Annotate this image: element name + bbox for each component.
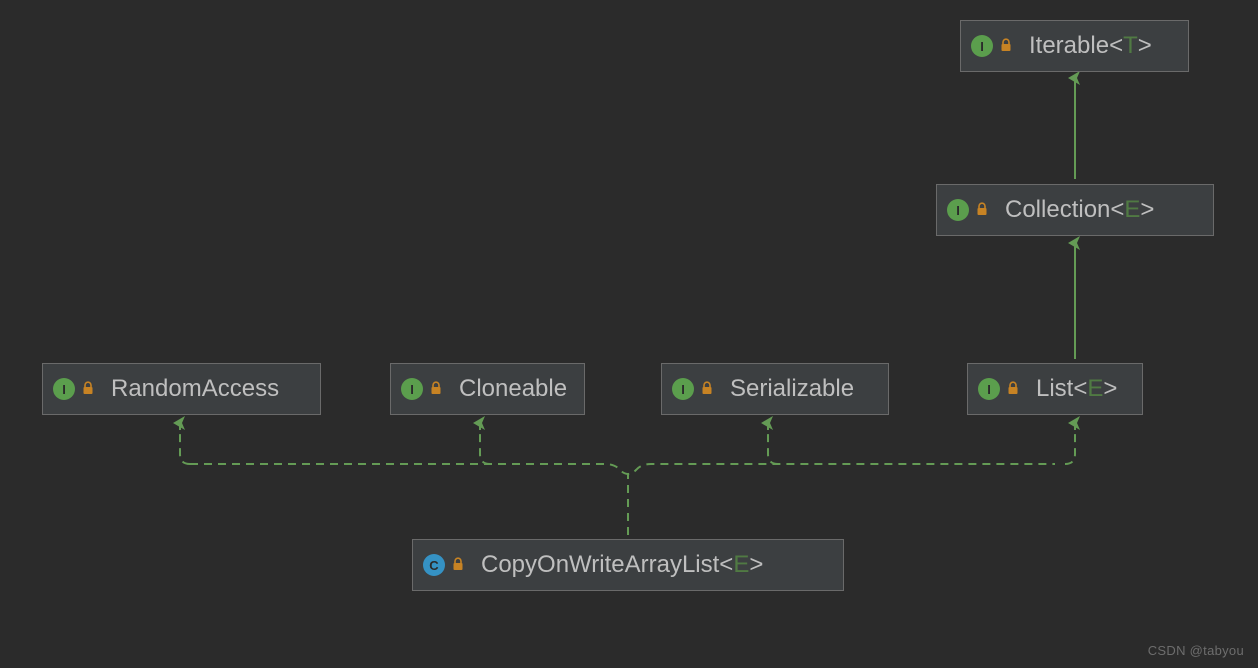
node-list: I List<E> <box>967 363 1143 415</box>
interface-badge-icon: I <box>971 35 993 57</box>
interface-badge-icon: I <box>672 378 694 400</box>
node-label: List<E> <box>1036 375 1117 403</box>
node-randomaccess: I RandomAccess <box>42 363 321 415</box>
node-label: Cloneable <box>459 375 567 403</box>
interface-badge-icon: I <box>53 378 75 400</box>
lock-icon <box>429 381 443 400</box>
lock-icon <box>999 38 1013 57</box>
diagram-canvas: I Iterable<T> I Collection<E> I RandomAc… <box>0 0 1258 668</box>
node-label: CopyOnWriteArrayList<E> <box>481 551 763 579</box>
lock-icon <box>1006 381 1020 400</box>
lock-icon <box>700 381 714 400</box>
class-badge-icon: C <box>423 554 445 576</box>
node-label: RandomAccess <box>111 375 279 403</box>
node-label: Serializable <box>730 375 854 403</box>
lock-icon <box>81 381 95 400</box>
node-copyonwritearraylist: C CopyOnWriteArrayList<E> <box>412 539 844 591</box>
interface-badge-icon: I <box>947 199 969 221</box>
node-iterable: I Iterable<T> <box>960 20 1189 72</box>
watermark: CSDN @tabyou <box>1148 643 1244 658</box>
node-collection: I Collection<E> <box>936 184 1214 236</box>
node-serializable: I Serializable <box>661 363 889 415</box>
node-label: Iterable<T> <box>1029 32 1152 60</box>
node-label: Collection<E> <box>1005 196 1154 224</box>
lock-icon <box>975 202 989 221</box>
node-cloneable: I Cloneable <box>390 363 585 415</box>
interface-badge-icon: I <box>978 378 1000 400</box>
edge-bus <box>180 424 1075 474</box>
lock-icon <box>451 557 465 576</box>
interface-badge-icon: I <box>401 378 423 400</box>
